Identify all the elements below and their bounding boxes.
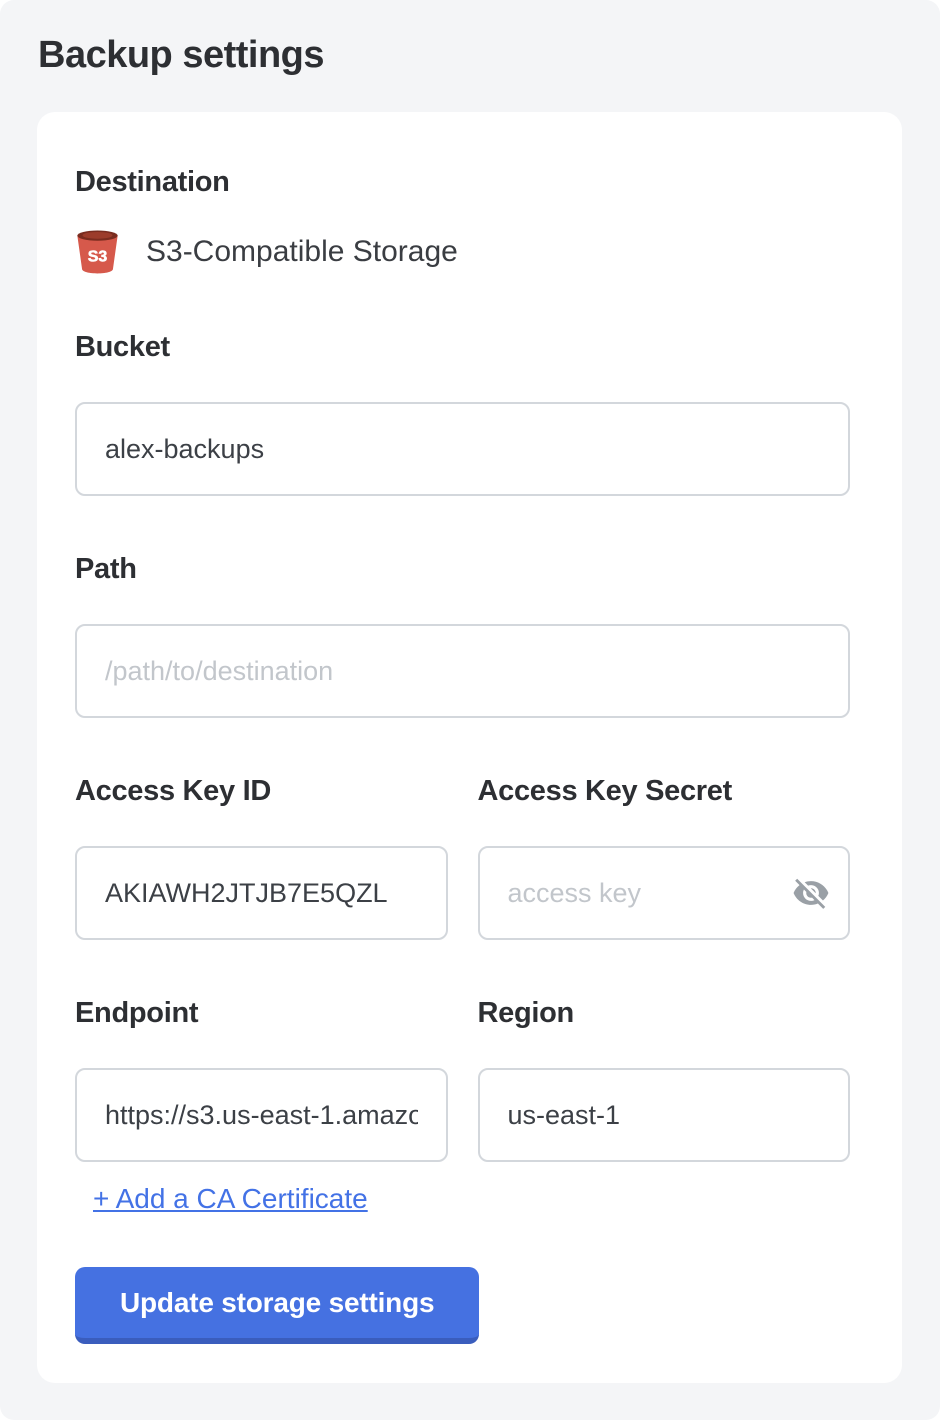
s3-bucket-icon: S3 xyxy=(75,228,120,276)
path-label: Path xyxy=(75,552,850,586)
bucket-label: Bucket xyxy=(75,330,850,364)
access-key-secret-field xyxy=(478,846,851,940)
bucket-input[interactable] xyxy=(75,402,850,496)
backup-settings-card: Destination S3 S3-Compatible Storage Buc… xyxy=(37,112,902,1383)
endpoint-input[interactable] xyxy=(75,1068,448,1162)
update-storage-settings-button[interactable]: Update storage settings xyxy=(75,1267,479,1344)
access-key-id-label: Access Key ID xyxy=(75,774,448,808)
path-input[interactable] xyxy=(75,624,850,718)
destination-label: Destination xyxy=(75,165,850,199)
ca-link-row: + Add a CA Certificate xyxy=(75,1162,850,1215)
region-label: Region xyxy=(478,996,851,1030)
svg-text:S3: S3 xyxy=(88,248,108,265)
endpoint-label: Endpoint xyxy=(75,996,448,1030)
toggle-secret-visibility-button[interactable] xyxy=(790,872,832,914)
access-key-row: Access Key ID Access Key Secret xyxy=(75,774,850,940)
region-input[interactable] xyxy=(478,1068,851,1162)
endpoint-region-row: Endpoint Region xyxy=(75,996,850,1162)
destination-value-row: S3 S3-Compatible Storage xyxy=(75,228,850,276)
destination-value: S3-Compatible Storage xyxy=(146,235,458,269)
page-title: Backup settings xyxy=(0,0,940,77)
backup-settings-page: Backup settings Destination S3 S3-Compat… xyxy=(0,0,940,1420)
eye-off-icon xyxy=(792,874,830,912)
access-key-id-input[interactable] xyxy=(75,846,448,940)
access-key-secret-label: Access Key Secret xyxy=(478,774,851,808)
add-ca-certificate-link[interactable]: + Add a CA Certificate xyxy=(93,1183,368,1215)
